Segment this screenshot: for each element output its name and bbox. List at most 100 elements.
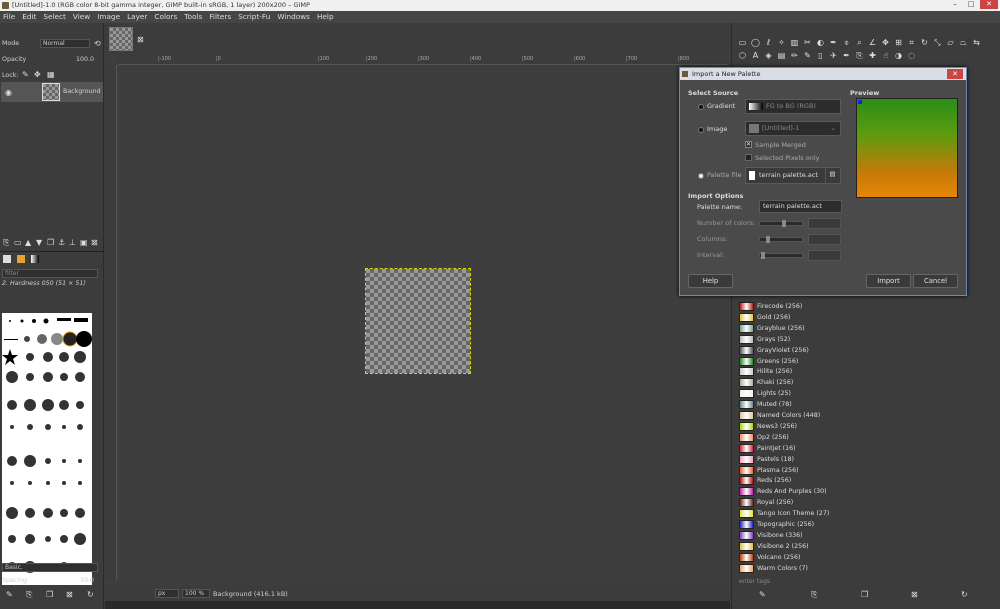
cancel-button[interactable]: Cancel (913, 274, 958, 288)
menu-edit[interactable]: Edit (22, 11, 36, 23)
menu-view[interactable]: View (73, 11, 90, 23)
refresh-brushes-icon[interactable]: ↻ (87, 590, 94, 599)
palette-list-item[interactable]: Visibone (336) (737, 530, 992, 541)
palette-list-item[interactable]: Hilite (256) (737, 366, 992, 377)
perspective-icon[interactable]: ⏢ (958, 37, 969, 48)
fuzzy-select-icon[interactable]: ✧ (776, 37, 787, 48)
edit-brush-icon[interactable]: ✎ (6, 590, 13, 599)
palette-list-item[interactable]: Greens (256) (737, 356, 992, 367)
shear-icon[interactable]: ▱ (945, 37, 956, 48)
palette-list-item[interactable]: Firecode (256) (737, 301, 992, 312)
dialog-close-button[interactable]: ✕ (947, 69, 963, 79)
delete-layer-icon[interactable]: ⊠ (91, 238, 98, 247)
num-colors-spin[interactable] (808, 218, 841, 229)
move-icon[interactable]: ✥ (880, 37, 891, 48)
image-tab-thumbnail[interactable] (109, 27, 133, 51)
palette-list-item[interactable]: Muted (78) (737, 399, 992, 410)
slider-handle[interactable] (782, 220, 786, 227)
anchor-layer-icon[interactable]: ⚓ (58, 238, 65, 247)
interval-slider[interactable] (759, 252, 803, 259)
foreground-select-icon[interactable]: ◐ (815, 37, 826, 48)
paintbrush-icon[interactable]: ✎ (802, 50, 813, 61)
menu-tools[interactable]: Tools (184, 11, 202, 23)
menu-colors[interactable]: Colors (154, 11, 177, 23)
palette-list-item[interactable]: GrayViolet (256) (737, 345, 992, 356)
interval-spin[interactable] (808, 250, 841, 261)
palette-list-item[interactable]: Warm Colors (7) (737, 563, 992, 574)
mode-select[interactable]: Normal (40, 39, 90, 48)
tags-input[interactable]: enter tags (739, 578, 770, 585)
smudge-icon[interactable]: ☝ (880, 50, 891, 61)
pencil-icon[interactable]: ✏ (789, 50, 800, 61)
palette-list-item[interactable]: Khaki (256) (737, 377, 992, 388)
menu-windows[interactable]: Windows (277, 11, 310, 23)
image-canvas[interactable] (365, 268, 471, 374)
menu-filters[interactable]: Filters (209, 11, 231, 23)
mask-layer-icon[interactable]: ▣ (80, 238, 88, 247)
help-button[interactable]: Help (688, 274, 733, 288)
menu-image[interactable]: Image (97, 11, 120, 23)
menu-file[interactable]: File (3, 11, 15, 23)
gradient-radio[interactable] (698, 104, 704, 110)
free-select-icon[interactable]: ℓ (763, 37, 774, 48)
crop-icon[interactable]: ⌗ (906, 37, 917, 48)
menu-script-fu[interactable]: Script-Fu (238, 11, 270, 23)
columns-spin[interactable] (808, 234, 841, 245)
close-tab-icon[interactable]: ⊠ (137, 35, 144, 44)
cage-icon[interactable]: ⬡ (737, 50, 748, 61)
unit-select[interactable]: px (155, 589, 179, 598)
palette-list-item[interactable]: Named Colors (448) (737, 410, 992, 421)
airbrush-icon[interactable]: ✈ (828, 50, 839, 61)
color-select-icon[interactable]: ▥ (789, 37, 800, 48)
brush-preset-select[interactable]: Basic. (2, 563, 98, 572)
palette-list-item[interactable]: Grayblue (256) (737, 323, 992, 334)
palette-list-item[interactable]: Paintjet (16) (737, 443, 992, 454)
blur-icon[interactable]: ◌ (906, 50, 917, 61)
heal-icon[interactable]: ✚ (867, 50, 878, 61)
slider-handle[interactable] (766, 236, 770, 243)
ellipse-select-icon[interactable]: ◯ (750, 37, 761, 48)
lock-pixels-icon[interactable]: ✎ (22, 70, 29, 79)
palette-list-item[interactable]: Royal (256) (737, 497, 992, 508)
layer-group-icon[interactable]: ▭ (14, 238, 22, 247)
image-radio[interactable] (698, 127, 704, 133)
lock-alpha-icon[interactable]: ▦ (47, 70, 55, 79)
rect-select-icon[interactable]: ▭ (737, 37, 748, 48)
color-picker-icon[interactable]: ⌽ (841, 37, 852, 48)
scale-icon[interactable]: ⤡ (932, 37, 943, 48)
dodge-icon[interactable]: ◑ (893, 50, 904, 61)
close-button[interactable]: ✕ (980, 0, 998, 9)
duplicate-layer-icon[interactable]: ❐ (47, 238, 54, 247)
rotate-icon[interactable]: ↻ (919, 37, 930, 48)
clone-icon[interactable]: ⎘ (854, 50, 865, 61)
lower-layer-icon[interactable]: ▼ (36, 238, 42, 247)
palette-list-item[interactable]: Visibone 2 (256) (737, 541, 992, 552)
layer-row[interactable]: ◉ Background (1, 82, 103, 102)
import-button[interactable]: Import (866, 274, 911, 288)
palette-file-radio[interactable] (698, 173, 704, 179)
minimize-button[interactable]: – (948, 0, 962, 9)
blend-icon[interactable]: ▤ (776, 50, 787, 61)
menu-layer[interactable]: Layer (127, 11, 147, 23)
palette-list-item[interactable]: Op2 (256) (737, 432, 992, 443)
spacing-value[interactable]: 10.0 (80, 577, 94, 584)
delete-brush-icon[interactable]: ⊠ (66, 590, 73, 599)
palette-list-item[interactable]: Reds (256) (737, 475, 992, 486)
edit-palette-icon[interactable]: ✎ (759, 590, 766, 599)
flip-icon[interactable]: ⇆ (971, 37, 982, 48)
palette-list-item[interactable]: Volcano (256) (737, 552, 992, 563)
brushes-tab-icon[interactable] (3, 255, 11, 263)
palette-list-item[interactable]: Pastels (18) (737, 454, 992, 465)
palette-name-input[interactable]: terrain palette.act (759, 200, 842, 213)
brush-grid[interactable] (2, 313, 92, 585)
palette-list-item[interactable]: Gold (256) (737, 312, 992, 323)
horizontal-ruler[interactable]: |-100 |0 |100 |200 |300 |400 |500 |600 |… (118, 55, 728, 65)
sample-merged-checkbox[interactable]: ✕ (745, 141, 752, 148)
palette-file-chooser[interactable]: terrain palette.act ▤ (745, 167, 841, 184)
palette-list-item[interactable]: News3 (256) (737, 421, 992, 432)
zoom-select[interactable]: 100 % (182, 589, 210, 598)
duplicate-brush-icon[interactable]: ❐ (46, 590, 53, 599)
folder-icon[interactable]: ▤ (825, 168, 839, 183)
brush-filter-input[interactable]: filter (2, 269, 98, 278)
menu-select[interactable]: Select (43, 11, 66, 23)
